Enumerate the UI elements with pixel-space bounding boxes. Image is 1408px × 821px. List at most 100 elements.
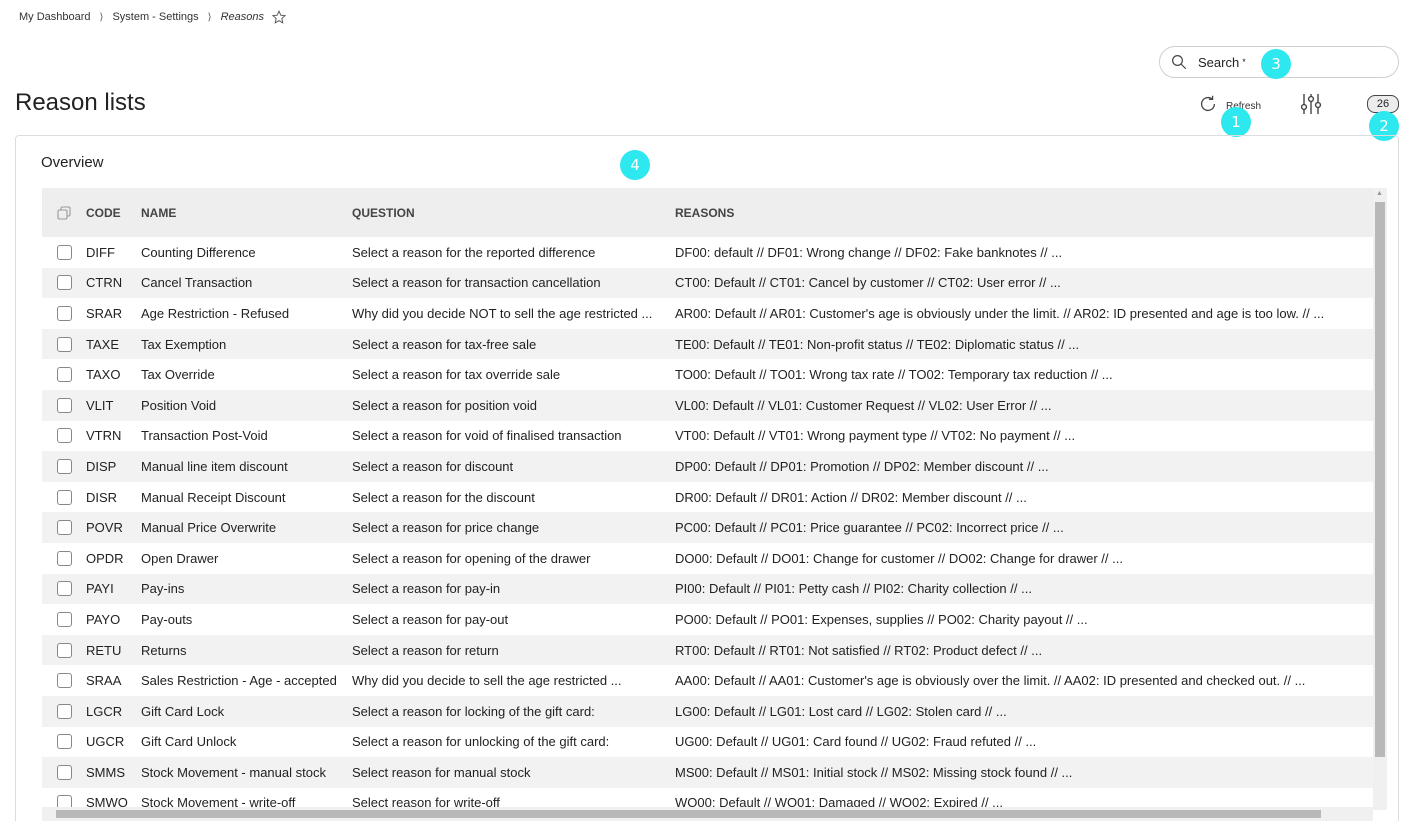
table-row[interactable]: VLIT Position Void Select a reason for pos… (42, 389, 1373, 421)
cell-name: Gift Card Unlock (141, 734, 237, 750)
scroll-up-icon[interactable]: ▲ (1376, 190, 1383, 197)
search-icon (1170, 53, 1188, 71)
column-header-question[interactable]: QUESTION (352, 206, 675, 220)
column-header-reasons[interactable]: REASONS (675, 206, 1365, 220)
row-checkbox-cell (42, 673, 86, 689)
row-checkbox[interactable] (56, 550, 72, 566)
table-row[interactable]: DISP Manual line item discount Select a re… (42, 451, 1373, 482)
refresh-icon (1197, 93, 1219, 115)
cell-name: Position Void (141, 397, 217, 413)
cell-name: Sales Restriction - Age - accepted (141, 673, 337, 689)
marker-3: 3 (1261, 49, 1291, 79)
table-row[interactable]: SRAR Age Restriction - Refused Why did you… (42, 298, 1373, 329)
cell-reasons: MS00: Default // MS01: Initial stock // … (675, 764, 1073, 780)
cell-code: SRAR (86, 305, 123, 321)
cell-reasons: PI00: Default // PI01: Petty cash // PI0… (675, 581, 1032, 597)
row-checkbox[interactable] (56, 581, 72, 597)
row-checkbox[interactable] (56, 703, 72, 719)
row-checkbox-cell (42, 734, 86, 750)
table-row[interactable]: CTRN Cancel Transaction Select a reason fo… (42, 267, 1373, 299)
table-row[interactable]: SMMS Stock Movement - manual stock Select … (42, 757, 1373, 788)
cell-name: Cancel Transaction (141, 275, 253, 291)
table-row[interactable]: RETU Returns Select a reason for return RT0… (42, 634, 1373, 666)
row-checkbox[interactable] (56, 734, 72, 750)
table-row[interactable]: UGCR Gift Card Unlock Select a reason for … (42, 727, 1373, 758)
marker-1: 1 (1221, 107, 1251, 137)
row-checkbox[interactable] (56, 642, 72, 658)
cell-question: Select a reason for pay-out (352, 611, 509, 627)
row-checkbox[interactable] (56, 428, 72, 444)
row-checkbox-cell (42, 581, 86, 597)
table-row[interactable]: PAYO Pay-outs Select a reason for pay-out P… (42, 604, 1373, 635)
table-row[interactable]: DIFF Counting Difference Select a reason f… (42, 237, 1373, 268)
cell-reasons: TE00: Default // TE01: Non-profit status… (675, 336, 1080, 352)
table-row[interactable]: DISR Manual Receipt Discount Select a reas… (42, 482, 1373, 513)
row-checkbox[interactable] (56, 305, 72, 321)
column-header-code[interactable]: CODE (86, 206, 141, 220)
table-row[interactable]: TAXO Tax Override Select a reason for tax … (42, 359, 1373, 390)
row-checkbox-cell (42, 703, 86, 719)
table-row[interactable]: VTRN Transaction Post-Void Select a reason… (42, 421, 1373, 452)
overview-panel: Overview CODE NAME QUESTION REASONS DIFF… (15, 135, 1399, 821)
table-row[interactable]: OPDR Open Drawer Select a reason for openi… (42, 543, 1373, 574)
horizontal-scrollbar[interactable] (42, 807, 1373, 821)
table-row[interactable]: PAYI Pay-ins Select a reason for pay-in PI0… (42, 573, 1373, 605)
cell-reasons: DO00: Default // DO01: Change for custom… (675, 550, 1123, 566)
cell-reasons: UG00: Default // UG01: Card found // UG0… (675, 734, 1037, 750)
row-checkbox[interactable] (56, 275, 72, 291)
filter-settings-button[interactable] (1299, 92, 1323, 116)
table-row[interactable]: TAXE Tax Exemption Select a reason for tax… (42, 328, 1373, 360)
row-checkbox[interactable] (56, 611, 72, 627)
cell-code: TAXO (86, 367, 121, 383)
cell-question: Select a reason for the discount (352, 489, 535, 505)
row-checkbox[interactable] (56, 458, 72, 474)
breadcrumb-settings[interactable]: System - Settings (112, 11, 198, 23)
table-row[interactable]: POVR Manual Price Overwrite Select a reaso… (42, 512, 1373, 543)
row-checkbox[interactable] (56, 367, 72, 383)
cell-name: Manual Price Overwrite (141, 520, 277, 536)
breadcrumb-current: Reasons (220, 11, 264, 23)
panel-title: Overview (41, 154, 104, 171)
row-checkbox-cell (42, 764, 86, 780)
row-checkbox[interactable] (56, 673, 72, 689)
cell-question: Select a reason for return (352, 642, 499, 658)
cell-code: DISP (86, 458, 117, 474)
cell-code: PAYO (86, 611, 121, 627)
cell-question: Select a reason for discount (352, 458, 514, 474)
select-all-cell[interactable] (42, 205, 86, 221)
cell-question: Select a reason for unlocking of the gif… (352, 734, 610, 750)
cell-reasons: PO00: Default // PO01: Expenses, supplie… (675, 611, 1088, 627)
cell-question: Select a reason for void of finalised tr… (352, 428, 622, 444)
horizontal-scroll-thumb[interactable] (56, 810, 1321, 818)
cell-reasons: VT00: Default // VT01: Wrong payment typ… (675, 428, 1076, 444)
row-checkbox[interactable] (56, 397, 72, 413)
table-row[interactable]: LGCR Gift Card Lock Select a reason for lo… (42, 695, 1373, 727)
breadcrumb: My Dashboard ⟩ System - Settings ⟩ Reaso… (19, 9, 287, 24)
row-checkbox-cell (42, 489, 86, 505)
table-row[interactable]: SRAA Sales Restriction - Age - accepted Wh… (42, 665, 1373, 696)
cell-code: DIFF (86, 244, 115, 260)
cell-code: POVR (86, 520, 123, 536)
breadcrumb-dashboard[interactable]: My Dashboard (19, 11, 91, 23)
cell-code: UGCR (86, 734, 125, 750)
row-checkbox-cell (42, 458, 86, 474)
cell-code: SRAA (86, 673, 122, 689)
cell-question: Select a reason for price change (352, 520, 540, 536)
row-checkbox[interactable] (56, 244, 72, 260)
cell-reasons: DF00: default // DF01: Wrong change // D… (675, 244, 1063, 260)
row-checkbox-cell (42, 336, 86, 352)
cell-reasons: TO00: Default // TO01: Wrong tax rate //… (675, 367, 1113, 383)
cell-question: Select a reason for tax-free sale (352, 336, 537, 352)
vertical-scrollbar[interactable]: ▲ (1373, 188, 1387, 810)
row-checkbox[interactable] (56, 336, 72, 352)
row-checkbox-cell (42, 397, 86, 413)
row-checkbox[interactable] (56, 489, 72, 505)
column-header-name[interactable]: NAME (141, 206, 352, 220)
vertical-scroll-thumb[interactable] (1375, 202, 1385, 757)
row-checkbox[interactable] (56, 764, 72, 780)
cell-name: Counting Difference (141, 244, 256, 260)
row-checkbox[interactable] (56, 520, 72, 536)
cell-name: Open Drawer (141, 550, 219, 566)
breadcrumb-separator: ⟩ (207, 11, 212, 23)
favorite-star-icon[interactable] (271, 9, 287, 24)
